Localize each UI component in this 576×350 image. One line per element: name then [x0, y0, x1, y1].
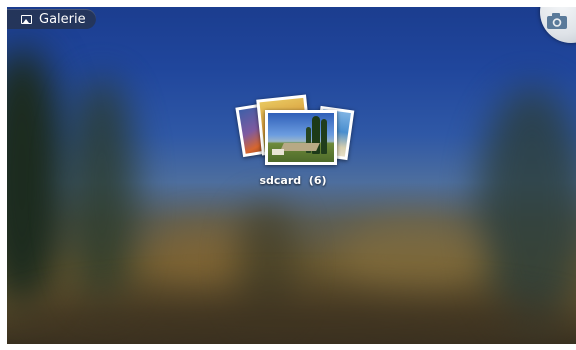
camera-button[interactable]: [540, 7, 576, 43]
gallery-screen: Galerie sdcard (6): [7, 7, 576, 344]
album-photo-front: [265, 110, 337, 165]
album-stack-sdcard[interactable]: [233, 94, 355, 165]
gallery-icon: [21, 14, 32, 24]
app-title: Galerie: [39, 11, 86, 27]
album-label-sdcard: sdcard (6): [259, 174, 327, 187]
camera-icon: [547, 13, 567, 29]
app-title-bar[interactable]: Galerie: [7, 9, 96, 29]
